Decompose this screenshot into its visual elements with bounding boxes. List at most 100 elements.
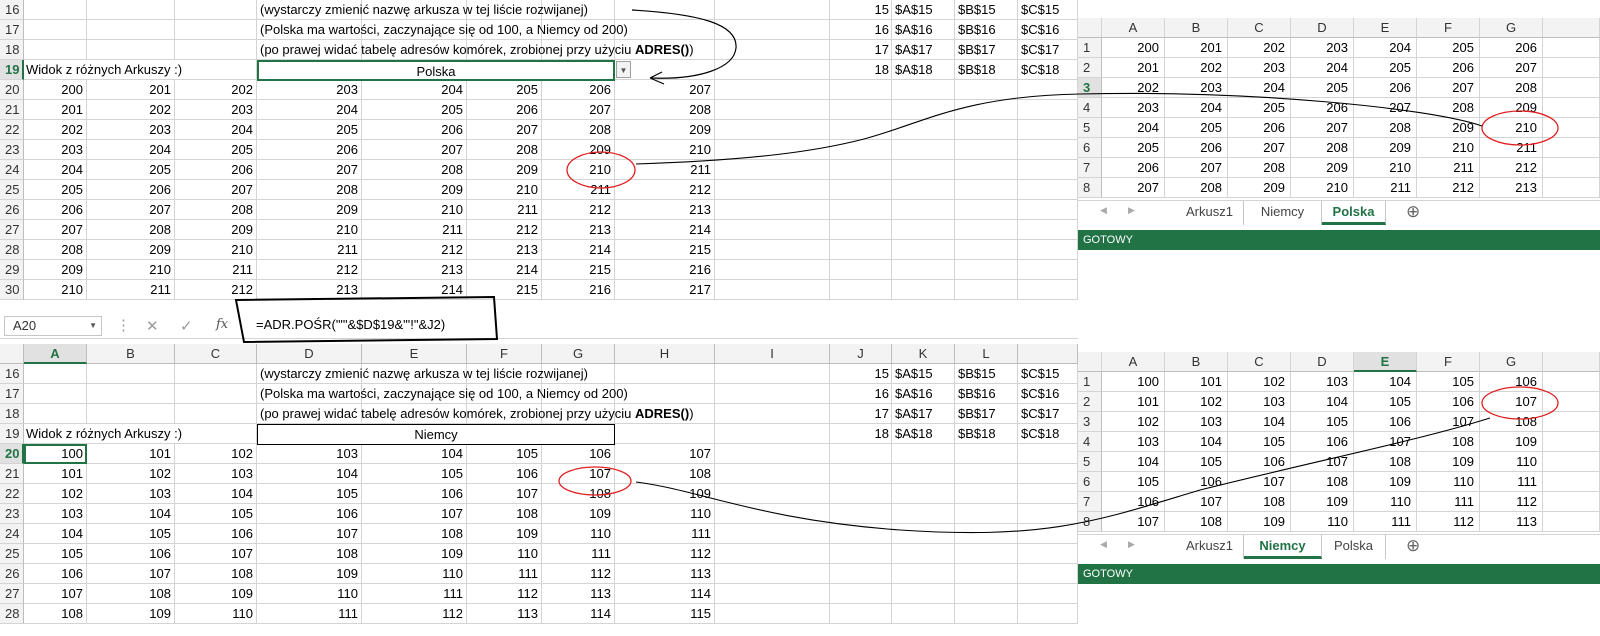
grid-cell[interactable] [955,584,1018,604]
value-cell[interactable]: 206 [175,160,253,179]
value-cell[interactable]: 207 [1480,58,1537,77]
grid-cell[interactable] [830,564,892,584]
value-cell[interactable]: 108 [24,604,83,623]
grid-cell[interactable] [1018,80,1078,100]
address-cell[interactable]: $C$16 [1021,384,1075,403]
column-header-l[interactable]: L [955,344,1018,364]
value-cell[interactable]: 209 [467,160,538,179]
row-header-25[interactable]: 25 [0,180,24,200]
value-cell[interactable]: 107 [87,564,171,583]
value-cell[interactable]: 108 [542,484,611,503]
address-cell[interactable]: $A$17 [895,40,952,59]
value-cell[interactable]: 105 [1291,412,1348,431]
value-cell[interactable]: 108 [1354,452,1411,471]
grid-cell[interactable] [892,464,955,484]
grid-cell[interactable] [1543,58,1600,78]
grid-cell[interactable] [892,180,955,200]
column-header-c[interactable]: C [1228,352,1291,372]
value-cell[interactable]: 111 [467,564,538,583]
row-header-17[interactable]: 17 [0,20,24,40]
address-cell[interactable]: $B$15 [958,364,1015,383]
value-cell[interactable]: 205 [175,140,253,159]
value-cell[interactable]: 215 [542,260,611,279]
tab-niemcy[interactable]: Niemcy [1244,201,1322,225]
value-cell[interactable]: 208 [1291,138,1348,157]
row-header-16[interactable]: 16 [0,364,24,384]
tab-arkusz1[interactable]: Arkusz1 [1176,201,1244,225]
grid-cell[interactable] [715,60,830,80]
value-cell[interactable]: 203 [87,120,171,139]
value-cell[interactable]: 205 [362,100,463,119]
value-cell[interactable]: 211 [467,200,538,219]
grid-cell[interactable] [87,0,175,20]
value-cell[interactable]: 206 [1102,158,1159,177]
column-header-f[interactable]: F [1417,352,1480,372]
column-header-b[interactable]: B [1165,18,1228,38]
value-cell[interactable]: 109 [1480,432,1537,451]
grid-cell[interactable] [830,180,892,200]
grid-cell[interactable] [715,240,830,260]
value-cell[interactable]: 210 [175,240,253,259]
value-cell[interactable]: 210 [87,260,171,279]
grid-cell[interactable] [955,484,1018,504]
value-cell[interactable]: 204 [1291,58,1348,77]
column-header-d[interactable]: D [257,344,362,364]
value-cell[interactable]: 206 [1354,78,1411,97]
grid-cell[interactable] [715,200,830,220]
address-cell[interactable]: $A$17 [895,404,952,423]
value-cell[interactable]: 204 [1165,98,1222,117]
value-cell[interactable]: 207 [1354,98,1411,117]
value-cell[interactable]: 108 [467,504,538,523]
row-header-1[interactable]: 1 [1078,38,1102,58]
grid-cell[interactable] [615,20,715,40]
row-header-18[interactable]: 18 [0,40,24,60]
grid-cell[interactable] [1543,492,1600,512]
value-cell[interactable]: 213 [362,260,463,279]
value-cell[interactable]: 205 [87,160,171,179]
value-cell[interactable]: 207 [24,220,83,239]
value-cell[interactable]: 104 [1165,432,1222,451]
value-cell[interactable]: 101 [1102,392,1159,411]
value-cell[interactable]: 212 [257,260,358,279]
value-cell[interactable]: 105 [24,544,83,563]
value-cell[interactable]: 107 [542,464,611,483]
value-cell[interactable]: 212 [175,280,253,299]
address-cell[interactable]: $C$18 [1021,60,1075,79]
grid-cell[interactable] [830,260,892,280]
grid-cell[interactable] [175,0,257,20]
grid-cell[interactable] [175,364,257,384]
value-cell[interactable]: 205 [257,120,358,139]
value-cell[interactable]: 103 [87,484,171,503]
value-cell[interactable]: 209 [1228,178,1285,197]
value-cell[interactable]: 104 [175,484,253,503]
value-cell[interactable]: 208 [1480,78,1537,97]
chevron-down-icon[interactable]: ▼ [616,61,631,78]
value-cell[interactable]: 108 [87,584,171,603]
value-cell[interactable]: 201 [1165,38,1222,57]
grid-cell[interactable] [715,444,830,464]
value-cell[interactable]: 104 [24,524,83,543]
value-cell[interactable]: 209 [542,140,611,159]
grid-cell[interactable] [1543,412,1600,432]
value-cell[interactable]: 212 [1480,158,1537,177]
row-header-23[interactable]: 23 [0,140,24,160]
grid-cell[interactable] [955,240,1018,260]
value-cell[interactable]: 114 [542,604,611,623]
value-cell[interactable]: 105 [87,524,171,543]
value-cell[interactable]: 212 [362,240,463,259]
grid-cell[interactable] [955,604,1018,624]
value-cell[interactable]: 106 [1291,432,1348,451]
grid-cell[interactable] [830,160,892,180]
value-cell[interactable]: 210 [1417,138,1474,157]
grid-cell[interactable] [830,504,892,524]
value-cell[interactable]: 214 [542,240,611,259]
row-header-25[interactable]: 25 [0,544,24,564]
value-cell[interactable]: 205 [1102,138,1159,157]
name-box[interactable]: A20 ▼ [4,316,102,336]
grid-cell[interactable] [955,140,1018,160]
row-header-4[interactable]: 4 [1078,432,1102,452]
address-cell[interactable]: $A$15 [895,364,952,383]
grid-cell[interactable] [1018,444,1078,464]
value-cell[interactable]: 106 [1228,452,1285,471]
value-cell[interactable]: 111 [1417,492,1474,511]
